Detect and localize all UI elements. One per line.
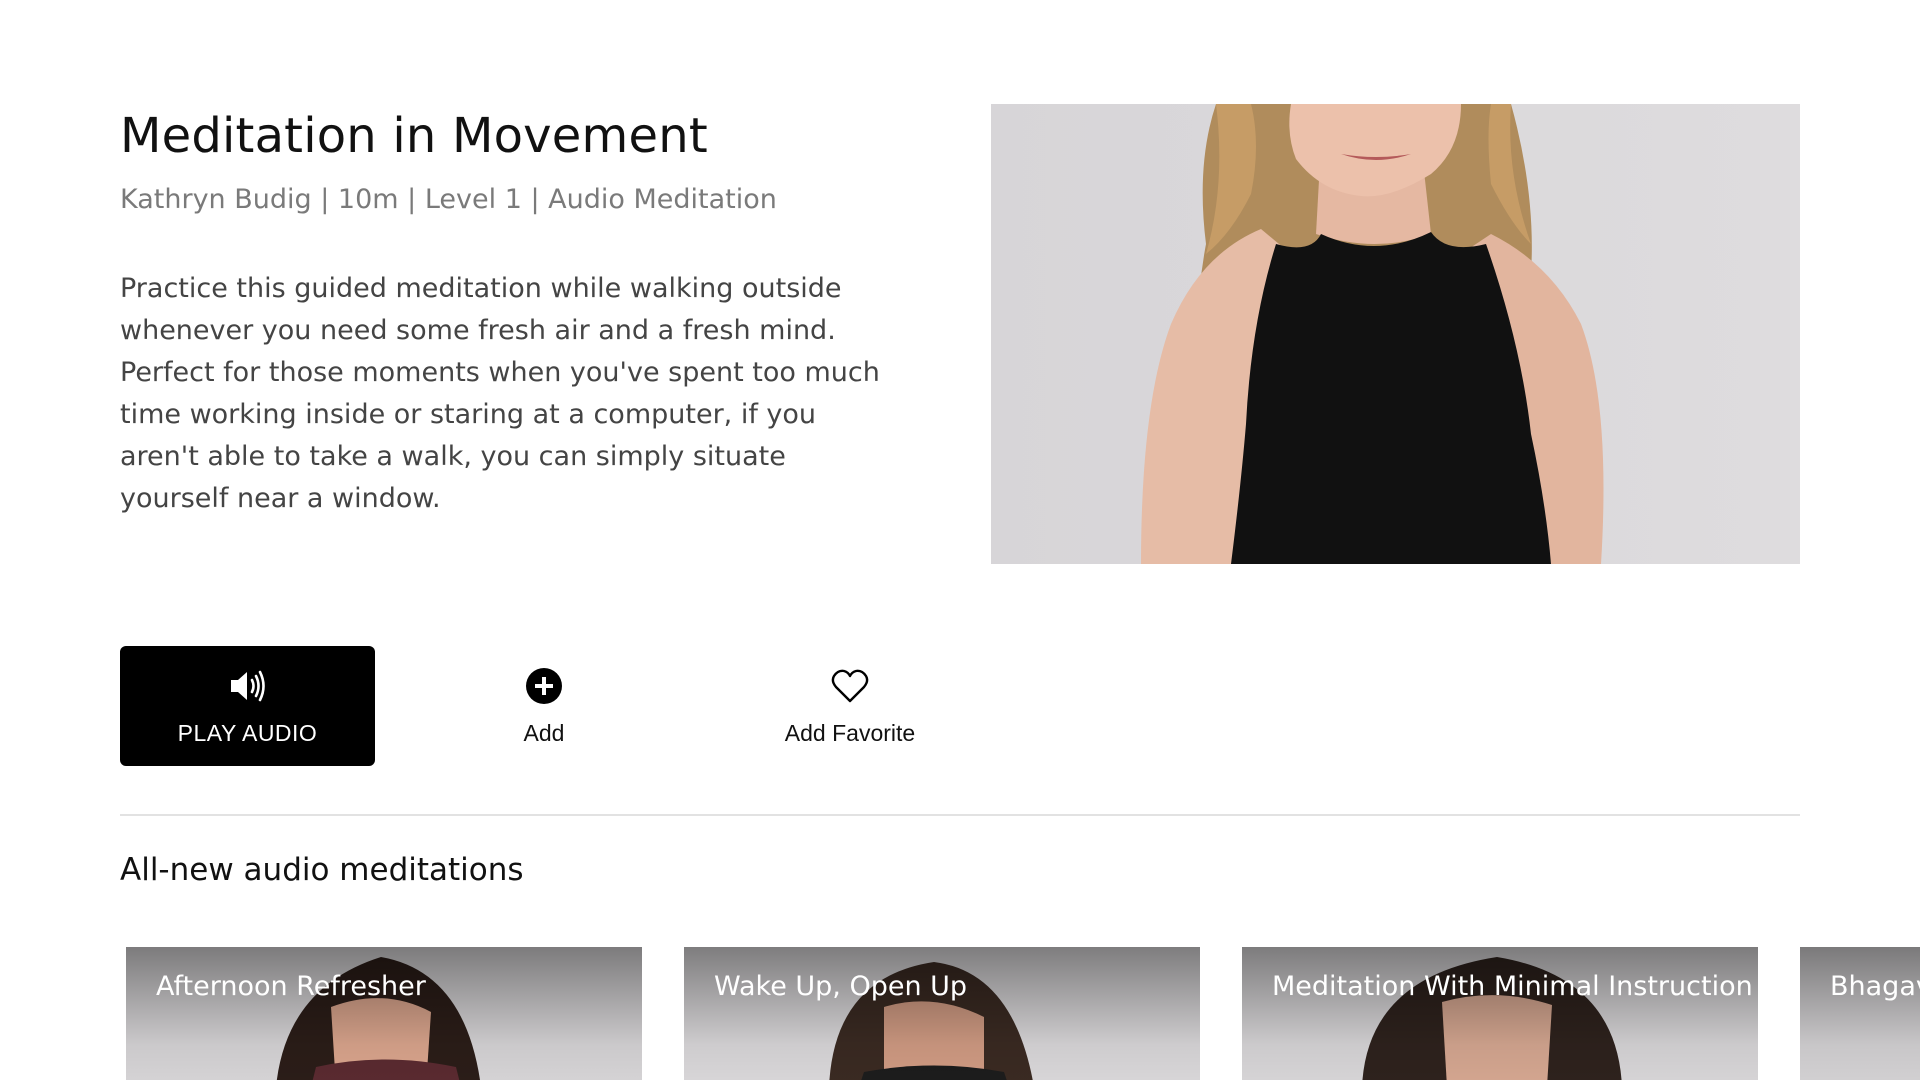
section-title: All-new audio meditations — [120, 852, 524, 888]
related-card[interactable]: Meditation With Minimal Instruction — [1242, 947, 1758, 1080]
add-button[interactable]: Add — [484, 646, 604, 766]
related-card[interactable]: Wake Up, Open Up — [684, 947, 1200, 1080]
instructor-photo — [991, 104, 1800, 564]
class-description: Practice this guided meditation while wa… — [120, 273, 880, 514]
card-title: Bhagav — [1830, 971, 1920, 1002]
play-audio-button[interactable]: PLAY AUDIO — [120, 646, 375, 766]
class-detail-page: Meditation in Movement Kathryn Budig | 1… — [0, 0, 1920, 1080]
card-title: Meditation With Minimal Instruction — [1272, 971, 1753, 1002]
section-divider — [120, 814, 1800, 816]
add-label: Add — [523, 720, 565, 746]
play-audio-label: PLAY AUDIO — [177, 720, 318, 746]
related-card[interactable]: Bhagav — [1800, 947, 1920, 1080]
plus-circle-icon — [524, 666, 564, 706]
speaker-icon — [228, 668, 268, 704]
class-meta: Kathryn Budig | 10m | Level 1 | Audio Me… — [120, 184, 777, 215]
add-favorite-label: Add Favorite — [784, 720, 916, 746]
related-card[interactable]: Afternoon Refresher — [126, 947, 642, 1080]
card-title: Wake Up, Open Up — [714, 971, 968, 1002]
heart-outline-icon — [830, 666, 870, 706]
page-title: Meditation in Movement — [120, 108, 708, 164]
related-carousel: Afternoon Refresher Wake Up, Open Up Med… — [126, 947, 1920, 1080]
instructor-photo-illustration — [991, 104, 1800, 564]
card-title: Afternoon Refresher — [156, 971, 426, 1002]
add-favorite-button[interactable]: Add Favorite — [750, 646, 950, 766]
